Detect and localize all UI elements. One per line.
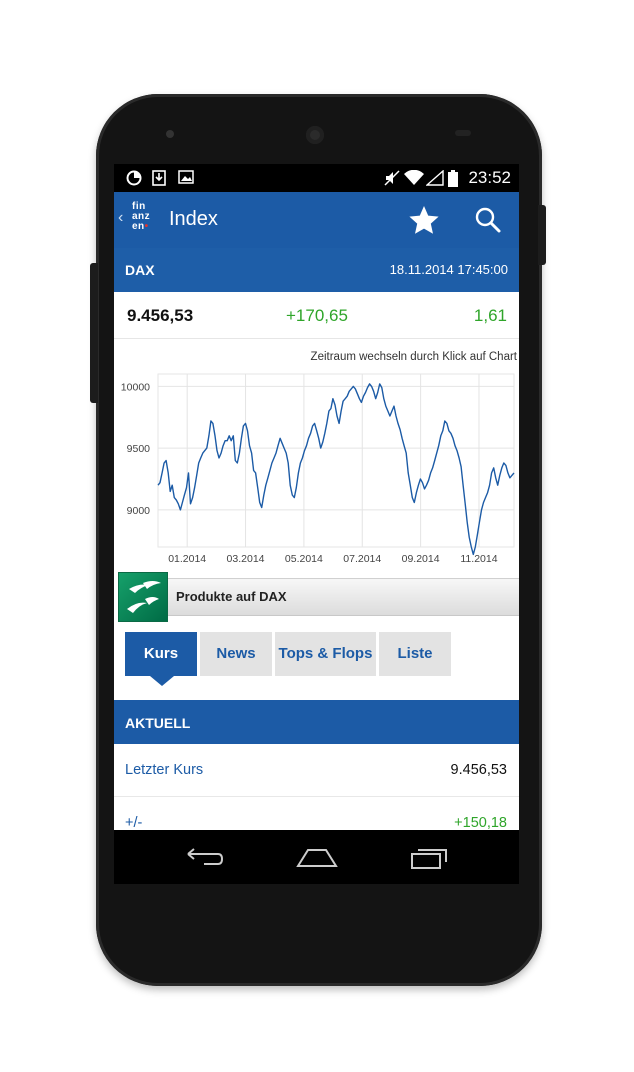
logo-line: en• <box>132 221 149 232</box>
front-camera <box>166 130 174 138</box>
chart-ytick-label: 10000 <box>121 381 150 393</box>
wifi-icon <box>404 169 424 189</box>
nav-home-icon[interactable] <box>296 846 338 873</box>
app-bar: ‹ fin anz en• Index <box>114 192 519 248</box>
quote-price: 9.456,53 <box>127 306 194 325</box>
chart-xtick-label: 03.2014 <box>227 553 265 565</box>
bnp-logo-icon <box>118 572 168 622</box>
image-icon <box>178 170 194 187</box>
sync-icon <box>126 170 142 189</box>
tab-liste[interactable]: Liste <box>379 632 451 676</box>
chart-xtick-label: 07.2014 <box>343 553 381 565</box>
nav-recents-icon[interactable] <box>410 846 450 875</box>
tab-news[interactable]: News <box>200 632 272 676</box>
screen: 23:52 ‹ fin anz en• Index DAX 18.11.2014… <box>114 164 519 884</box>
mute-icon <box>384 170 400 189</box>
chart-xtick-label: 09.2014 <box>402 553 440 565</box>
tab-kurs[interactable]: Kurs <box>125 632 197 676</box>
system-nav-bar <box>114 830 519 884</box>
battery-icon <box>448 170 458 190</box>
quote-change-percent: 1,61 <box>473 306 507 325</box>
status-bar: 23:52 <box>114 164 519 192</box>
chart-plot-frame <box>157 373 515 548</box>
quote-change: +170,65 <box>286 306 348 325</box>
tab-tops-flops[interactable]: Tops & Flops <box>275 632 376 676</box>
section-header: AKTUELL <box>114 700 519 744</box>
chart-hint: Zeitraum wechseln durch Klick auf Chart <box>310 351 517 363</box>
download-icon <box>152 170 166 189</box>
instrument-name: DAX <box>125 262 155 278</box>
chart-ytick-label: 9000 <box>127 505 151 517</box>
nav-back-icon[interactable] <box>184 846 224 875</box>
active-tab-caret <box>150 676 174 686</box>
chart-xtick-label: 01.2014 <box>168 553 206 565</box>
instrument-header: DAX 18.11.2014 17:45:00 <box>114 248 519 292</box>
quote-row: 9.456,53 +170,65 1,61 <box>114 292 519 339</box>
chart-series-line <box>157 383 515 556</box>
row-label: +/- <box>125 815 143 831</box>
tab-bar: Kurs News Tops & Flops Liste <box>114 632 519 692</box>
back-chevron-icon[interactable]: ‹ <box>118 209 123 227</box>
promo-banner[interactable]: Produkte auf DAX <box>114 572 519 622</box>
proximity-sensor <box>455 130 471 136</box>
signal-icon <box>425 169 444 189</box>
instrument-datetime: 18.11.2014 17:45:00 <box>389 262 508 277</box>
volume-button <box>90 263 98 403</box>
favorite-star-icon[interactable] <box>408 204 440 236</box>
power-button <box>538 205 546 265</box>
price-chart-svg[interactable]: 9000 9500 10000 01.2014 03.2014 05.2014 07.201… <box>114 364 519 569</box>
earpiece-speaker <box>306 126 324 144</box>
price-chart[interactable]: 9000 9500 10000 01.2014 03.2014 05.2014 07.201… <box>114 364 519 569</box>
chart-xtick-label: 11.2014 <box>460 553 497 565</box>
finanzen-logo[interactable]: fin anz en• <box>132 202 160 232</box>
section-title: AKTUELL <box>125 715 191 731</box>
row-value: 9.456,53 <box>450 762 507 778</box>
app-title: Index <box>169 208 218 230</box>
status-time: 23:52 <box>468 168 511 187</box>
search-icon[interactable] <box>472 204 504 236</box>
promo-text: Produkte auf DAX <box>176 589 287 604</box>
chart-xtick-label: 05.2014 <box>285 553 323 565</box>
row-label: Letzter Kurs <box>125 762 204 778</box>
chart-ytick-label: 9500 <box>127 443 151 455</box>
data-row-last-price: Letzter Kurs 9.456,53 <box>114 744 519 797</box>
row-value: +150,18 <box>454 815 507 831</box>
